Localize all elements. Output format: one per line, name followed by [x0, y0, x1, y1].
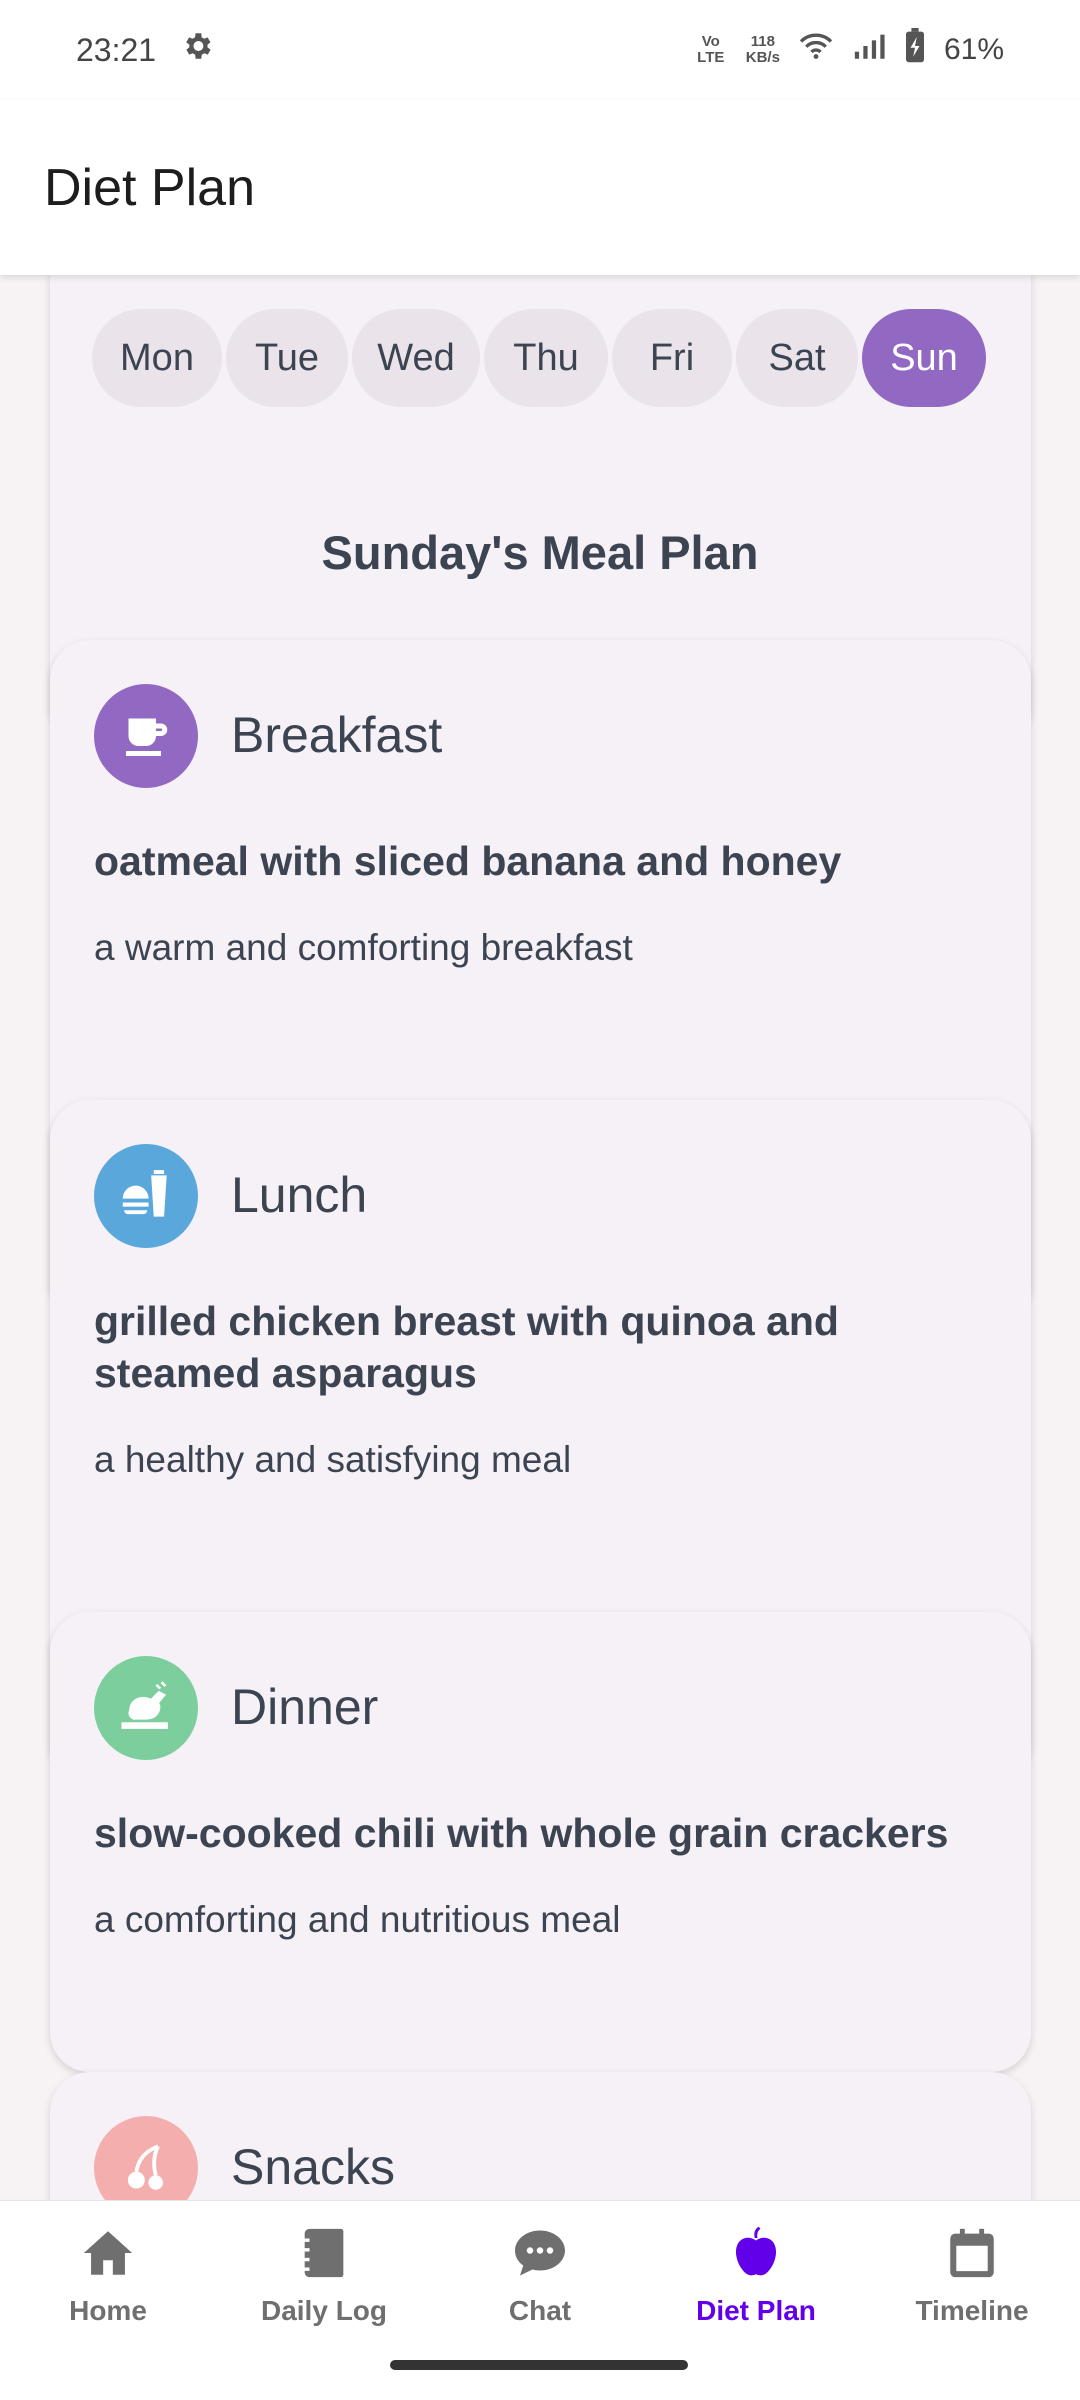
- journal-icon: [292, 2221, 356, 2285]
- meal-name: Dinner: [231, 1679, 379, 1735]
- bottom-navigation: Home Daily Log Chat Diet Plan Timeline: [0, 2200, 1080, 2400]
- meal-name: Lunch: [231, 1167, 368, 1223]
- day-chip-thu[interactable]: Thu: [484, 309, 608, 407]
- calendar-icon: [940, 2221, 1004, 2285]
- roast-turkey-icon: [94, 1656, 198, 1760]
- status-right: Vo LTE 118 KB/s 61%: [694, 28, 1004, 72]
- nav-item-daily-log[interactable]: Daily Log: [216, 2221, 432, 2341]
- burger-drink-icon: [94, 1144, 198, 1248]
- home-gesture-bar[interactable]: [390, 2360, 688, 2370]
- apple-icon: [724, 2221, 788, 2285]
- nav-item-home[interactable]: Home: [0, 2221, 216, 2341]
- nav-item-chat[interactable]: Chat: [432, 2221, 648, 2341]
- status-bar: 23:21 Vo LTE 118 KB/s 61%: [0, 0, 1080, 100]
- day-chip-sun[interactable]: Sun: [862, 309, 986, 407]
- meal-dish: slow-cooked chili with whole grain crack…: [94, 1810, 949, 1856]
- coffee-cup-icon: [94, 684, 198, 788]
- meal-dish: grilled chicken breast with quinoa and s…: [94, 1298, 839, 1396]
- signal-icon: [852, 31, 886, 69]
- meal-card-snacks[interactable]: Snacks: [50, 2072, 1031, 2200]
- battery-charging-icon: [904, 28, 926, 72]
- meal-description: a healthy and satisfying meal: [94, 1439, 572, 1480]
- meal-card-dinner[interactable]: Dinner slow-cooked chili with whole grai…: [50, 1612, 1031, 2072]
- nav-item-diet-plan[interactable]: Diet Plan: [648, 2221, 864, 2341]
- day-selector: Mon Tue Wed Thu Fri Sat Sun: [92, 309, 986, 407]
- wifi-icon: [798, 31, 834, 69]
- nav-label: Home: [69, 2295, 147, 2326]
- network-speed-unit: KB/s: [745, 49, 780, 66]
- home-icon: [76, 2221, 140, 2285]
- meal-description: a comforting and nutritious meal: [94, 1899, 621, 1940]
- nav-label: Diet Plan: [696, 2295, 816, 2326]
- page-title: Diet Plan: [44, 158, 255, 217]
- day-chip-sat[interactable]: Sat: [736, 309, 858, 407]
- network-speed: 118 KB/s: [746, 34, 780, 66]
- day-chip-wed[interactable]: Wed: [352, 309, 480, 407]
- chat-icon: [508, 2221, 572, 2285]
- battery-percent: 61%: [943, 33, 1004, 66]
- meal-name: Snacks: [231, 2139, 395, 2195]
- nav-item-timeline[interactable]: Timeline: [864, 2221, 1080, 2341]
- nav-label: Timeline: [915, 2295, 1029, 2326]
- status-time: 23:21: [76, 31, 157, 68]
- meal-dish: oatmeal with sliced banana and honey: [94, 838, 842, 884]
- meal-description: a warm and comforting breakfast: [94, 927, 633, 968]
- nav-label: Chat: [508, 2295, 572, 2326]
- day-chip-fri[interactable]: Fri: [612, 309, 732, 407]
- meal-name: Breakfast: [231, 707, 443, 763]
- settings-gear-icon: [180, 29, 214, 71]
- day-chip-tue[interactable]: Tue: [226, 309, 348, 407]
- cherries-icon: [94, 2116, 198, 2200]
- app-bar: Diet Plan: [0, 100, 1080, 275]
- volte-indicator: Vo LTE: [697, 33, 725, 66]
- meal-plan-heading: Sunday's Meal Plan: [321, 526, 759, 579]
- day-chip-mon[interactable]: Mon: [92, 309, 222, 407]
- scroll-content[interactable]: Mon Tue Wed Thu Fri Sat Sun Sunday's Mea…: [0, 275, 1080, 2200]
- nav-label: Daily Log: [260, 2295, 387, 2326]
- network-speed-value: 118: [750, 33, 775, 50]
- status-left: 23:21: [76, 29, 214, 71]
